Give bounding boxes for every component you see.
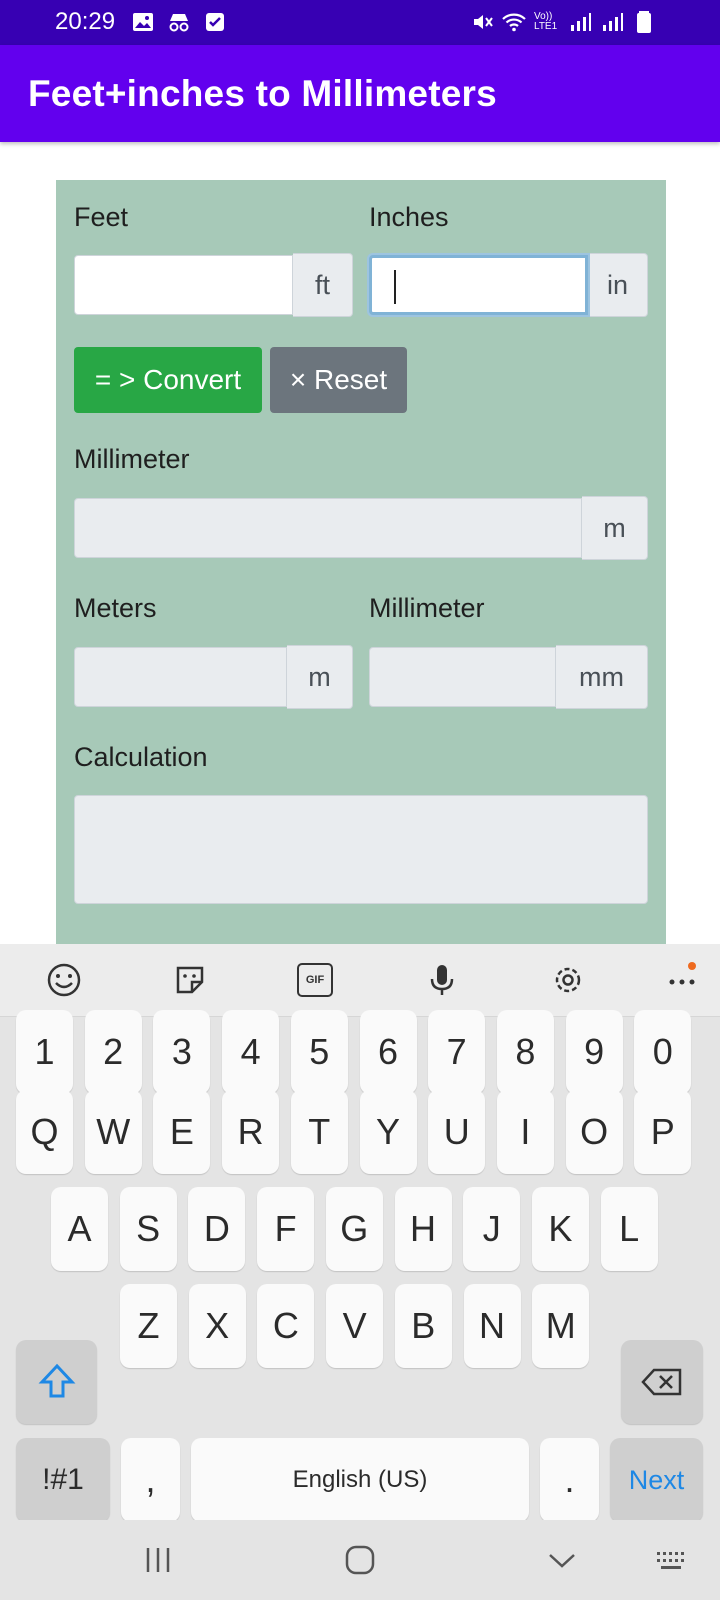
letter-key-h[interactable]: H bbox=[394, 1187, 452, 1271]
millimeter-unit: m bbox=[582, 496, 648, 560]
symbols-key[interactable]: !#1 bbox=[16, 1438, 110, 1522]
home-icon[interactable] bbox=[340, 1540, 380, 1580]
inches-unit: in bbox=[588, 253, 648, 317]
sticker-icon[interactable] bbox=[170, 960, 210, 1000]
letter-key-q[interactable]: Q bbox=[16, 1090, 73, 1174]
letter-key-u[interactable]: U bbox=[428, 1090, 486, 1174]
number-key-6[interactable]: 6 bbox=[359, 1010, 417, 1094]
millimeter-secondary-label: Millimeter bbox=[369, 593, 485, 623]
inches-label: Inches bbox=[369, 202, 449, 232]
microphone-icon[interactable] bbox=[422, 960, 462, 1000]
number-key-3[interactable]: 3 bbox=[153, 1010, 211, 1094]
period-key[interactable]: . bbox=[540, 1438, 599, 1522]
signal-icon bbox=[603, 13, 623, 31]
signal-icon bbox=[571, 13, 591, 31]
app-title: Feet+inches to Millimeters bbox=[28, 73, 497, 114]
inches-input-group: in bbox=[369, 253, 648, 317]
feet-label: Feet bbox=[74, 202, 129, 232]
shift-icon bbox=[38, 1363, 75, 1398]
keyboard-toolbar: GIF bbox=[0, 944, 720, 1017]
number-key-5[interactable]: 5 bbox=[290, 1010, 348, 1094]
letter-key-v[interactable]: V bbox=[326, 1284, 384, 1368]
number-key-2[interactable]: 2 bbox=[84, 1010, 142, 1094]
letter-key-b[interactable]: B bbox=[394, 1284, 452, 1368]
letter-key-y[interactable]: Y bbox=[359, 1090, 417, 1174]
number-key-7[interactable]: 7 bbox=[428, 1010, 486, 1094]
letter-key-p[interactable]: P bbox=[634, 1090, 692, 1174]
letter-key-e[interactable]: E bbox=[153, 1090, 211, 1174]
recents-icon[interactable] bbox=[138, 1540, 178, 1580]
mute-icon bbox=[474, 15, 493, 29]
calculation-textarea[interactable] bbox=[74, 795, 648, 904]
soft-keyboard: GIF !#1 , English (US) . Next 1234567890… bbox=[0, 944, 720, 1600]
calculation-label: Calculation bbox=[74, 742, 208, 772]
meters-label: Meters bbox=[74, 593, 157, 623]
inches-input[interactable] bbox=[369, 255, 588, 315]
emoji-icon[interactable] bbox=[44, 960, 84, 1000]
letter-key-n[interactable]: N bbox=[463, 1284, 521, 1368]
letter-key-o[interactable]: O bbox=[565, 1090, 623, 1174]
letter-key-f[interactable]: F bbox=[257, 1187, 315, 1271]
letter-key-j[interactable]: J bbox=[463, 1187, 521, 1271]
millimeter-secondary-output[interactable] bbox=[369, 647, 556, 707]
letter-key-k[interactable]: K bbox=[531, 1187, 589, 1271]
letter-key-c[interactable]: C bbox=[257, 1284, 315, 1368]
checkbox-notification-icon bbox=[206, 13, 224, 31]
letter-key-g[interactable]: G bbox=[325, 1187, 383, 1271]
letter-key-t[interactable]: T bbox=[290, 1090, 348, 1174]
space-key[interactable]: English (US) bbox=[191, 1438, 529, 1522]
millimeter-secondary-unit: mm bbox=[556, 645, 648, 709]
letter-key-m[interactable]: M bbox=[532, 1284, 590, 1368]
settings-icon[interactable] bbox=[548, 960, 588, 1000]
backspace-icon bbox=[641, 1368, 682, 1396]
letter-key-x[interactable]: X bbox=[188, 1284, 246, 1368]
number-key-0[interactable]: 0 bbox=[634, 1010, 692, 1094]
comma-key[interactable]: , bbox=[121, 1438, 180, 1522]
volte-icon: Vo)) LTE1 bbox=[534, 11, 558, 32]
feet-unit: ft bbox=[293, 253, 353, 317]
keyboard-icon[interactable] bbox=[652, 1540, 692, 1580]
letter-key-r[interactable]: R bbox=[222, 1090, 280, 1174]
more-icon[interactable] bbox=[662, 960, 702, 1000]
letter-key-l[interactable]: L bbox=[600, 1187, 658, 1271]
status-bar: 20:29 Vo)) LTE1 bbox=[0, 0, 720, 45]
number-key-8[interactable]: 8 bbox=[496, 1010, 554, 1094]
letter-key-a[interactable]: A bbox=[51, 1187, 108, 1271]
millimeter-output[interactable] bbox=[74, 498, 582, 558]
number-key-9[interactable]: 9 bbox=[565, 1010, 623, 1094]
meters-output-group: m bbox=[74, 645, 353, 709]
app-bar: Feet+inches to Millimeters bbox=[0, 45, 720, 142]
incognito-icon bbox=[169, 14, 189, 32]
status-time: 20:29 bbox=[55, 8, 116, 35]
next-key[interactable]: Next bbox=[610, 1438, 703, 1522]
number-key-4[interactable]: 4 bbox=[222, 1010, 280, 1094]
shift-key[interactable] bbox=[16, 1340, 97, 1424]
letter-key-s[interactable]: S bbox=[119, 1187, 177, 1271]
reset-button[interactable]: × Reset bbox=[270, 347, 407, 413]
letter-key-i[interactable]: I bbox=[496, 1090, 554, 1174]
number-key-1[interactable]: 1 bbox=[16, 1010, 73, 1094]
letter-key-d[interactable]: D bbox=[188, 1187, 246, 1271]
feet-input-group: ft bbox=[74, 253, 353, 317]
gallery-icon bbox=[133, 13, 153, 31]
meters-unit: m bbox=[287, 645, 353, 709]
backspace-key[interactable] bbox=[621, 1340, 703, 1424]
millimeter-output-group: m bbox=[74, 496, 648, 560]
meters-output[interactable] bbox=[74, 647, 287, 707]
millimeter-label: Millimeter bbox=[74, 444, 190, 474]
letter-key-z[interactable]: Z bbox=[120, 1284, 177, 1368]
text-caret bbox=[394, 270, 396, 304]
battery-icon bbox=[637, 11, 651, 33]
feet-input[interactable] bbox=[74, 255, 293, 315]
back-icon[interactable] bbox=[542, 1540, 582, 1580]
convert-button[interactable]: = > Convert bbox=[74, 347, 262, 413]
millimeter-secondary-output-group: mm bbox=[369, 645, 648, 709]
gif-icon[interactable]: GIF bbox=[297, 963, 333, 997]
letter-key-w[interactable]: W bbox=[84, 1090, 142, 1174]
wifi-icon bbox=[502, 13, 526, 32]
system-nav-bar bbox=[0, 1520, 720, 1600]
